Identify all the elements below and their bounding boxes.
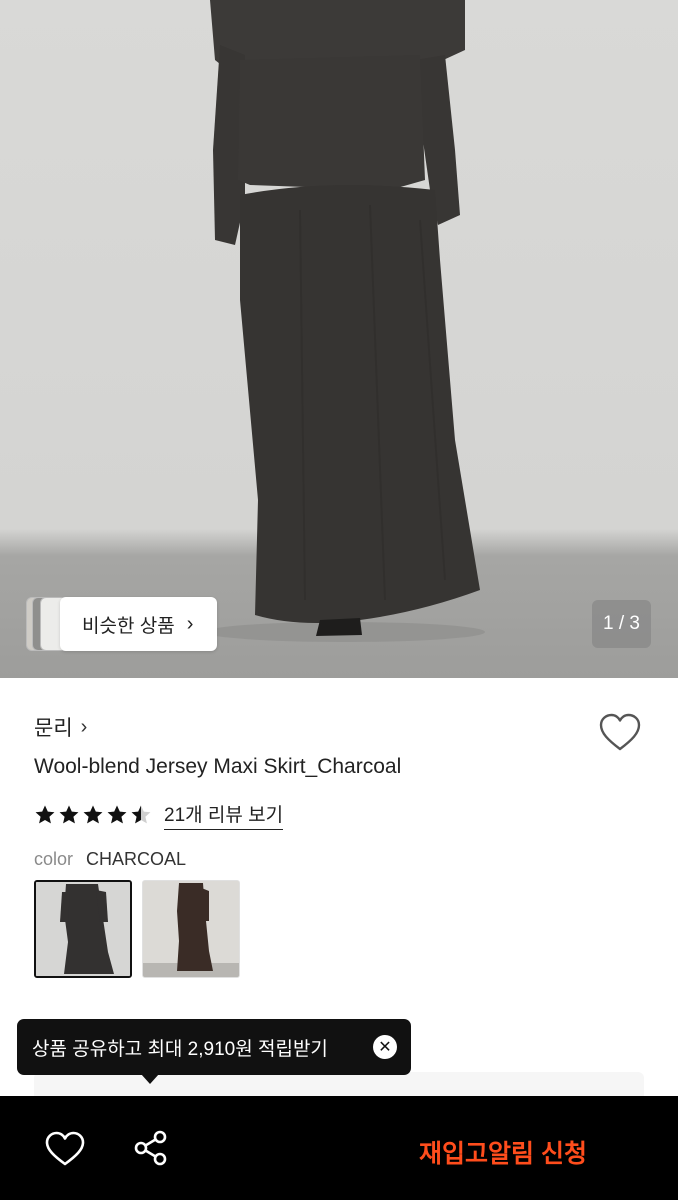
chevron-right-icon: ›: [186, 612, 194, 635]
brand-name: 문리: [34, 717, 73, 740]
similar-products-button[interactable]: 비슷한 상품 ›: [60, 597, 217, 651]
product-image[interactable]: 비슷한 상품 › 1 / 3: [0, 0, 678, 678]
similar-products-label: 비슷한 상품: [82, 615, 175, 637]
brand-link[interactable]: 문리 ›: [34, 712, 87, 742]
restock-alert-button[interactable]: 재입고알림 신청: [419, 1134, 587, 1170]
color-swatch-charcoal[interactable]: [34, 880, 132, 978]
rating-row: 21개 리뷰 보기: [34, 800, 284, 830]
model-illustration: [205, 0, 485, 642]
similar-products-chip[interactable]: 비슷한 상품 ›: [26, 597, 217, 651]
star-icon: [131, 805, 151, 824]
star-icon: [107, 805, 127, 824]
tooltip-text: 상품 공유하고 최대 2,910원 적립받기: [32, 1038, 328, 1060]
product-title: Wool-blend Jersey Maxi Skirt_Charcoal: [34, 755, 402, 778]
image-counter: 1 / 3: [592, 600, 651, 648]
heart-outline-icon[interactable]: [44, 1130, 86, 1168]
share-reward-tooltip[interactable]: 상품 공유하고 최대 2,910원 적립받기 ✕: [17, 1019, 411, 1075]
color-value: CHARCOAL: [86, 849, 187, 869]
color-swatch-brown[interactable]: [142, 880, 240, 978]
tooltip-pointer: [141, 1074, 159, 1084]
close-icon[interactable]: ✕: [373, 1035, 397, 1059]
color-row: color CHARCOAL: [34, 849, 186, 870]
color-label: color: [34, 849, 74, 869]
star-icon: [59, 805, 79, 824]
bottom-action-bar: 재입고알림 신청: [0, 1096, 678, 1200]
wishlist-heart-icon[interactable]: [598, 712, 642, 752]
star-icon: [83, 805, 103, 824]
share-icon[interactable]: [131, 1128, 171, 1168]
star-icon: [35, 805, 55, 824]
review-link[interactable]: 21개 리뷰 보기: [164, 800, 284, 830]
star-rating: [34, 804, 152, 826]
chevron-right-icon: ›: [80, 715, 88, 738]
